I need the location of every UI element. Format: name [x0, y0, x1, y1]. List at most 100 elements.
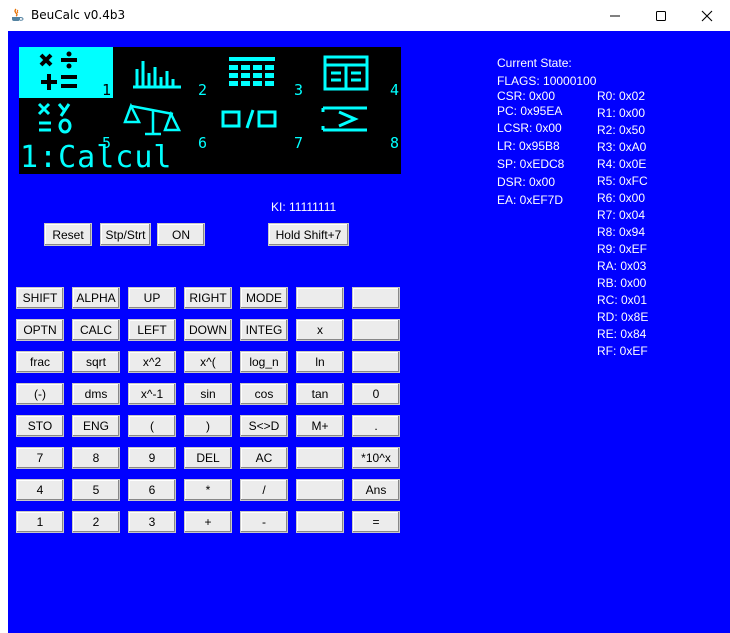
key-button[interactable]: RIGHT: [184, 287, 232, 309]
key-button[interactable]: 0: [352, 383, 400, 405]
key-button[interactable]: 8: [72, 447, 120, 469]
key-button[interactable]: Ans: [352, 479, 400, 501]
key-button[interactable]: /: [240, 479, 288, 501]
close-button[interactable]: [684, 0, 730, 31]
key-button[interactable]: log_n: [240, 351, 288, 373]
register-value: RA: 0x03: [597, 259, 647, 273]
key-button[interactable]: x^-1: [128, 383, 176, 405]
flags-value: FLAGS: 10000100: [497, 74, 597, 88]
key-button[interactable]: cos: [240, 383, 288, 405]
blank-key-button[interactable]: [296, 511, 344, 533]
key-button[interactable]: =: [352, 511, 400, 533]
mode-number: 6: [197, 134, 207, 152]
table-icon: [229, 57, 275, 86]
register-value: R1: 0x00: [597, 106, 646, 120]
key-button[interactable]: DOWN: [184, 319, 232, 341]
key-button[interactable]: SHIFT: [16, 287, 64, 309]
minimize-icon: [610, 15, 620, 16]
register-value: SP: 0xEDC8: [497, 157, 565, 171]
window-title: BeuCalc v0.4b3: [31, 8, 126, 22]
key-button[interactable]: AC: [240, 447, 288, 469]
key-button[interactable]: ENG: [72, 415, 120, 437]
blank-key-button[interactable]: [352, 287, 400, 309]
key-button[interactable]: sin: [184, 383, 232, 405]
blank-key-button[interactable]: [296, 447, 344, 469]
register-value: DSR: 0x00: [497, 175, 556, 189]
key-button[interactable]: UP: [128, 287, 176, 309]
key-button[interactable]: +: [184, 511, 232, 533]
key-button[interactable]: CALC: [72, 319, 120, 341]
minimize-button[interactable]: [592, 0, 638, 31]
blank-key-button[interactable]: [296, 287, 344, 309]
key-button[interactable]: (-): [16, 383, 64, 405]
close-icon: [701, 10, 713, 21]
key-button[interactable]: 3: [128, 511, 176, 533]
app-window: BeuCalc v0.4b3 1 2 3 4 5 6 7 8 1:Calcul …: [0, 0, 730, 633]
key-button[interactable]: 5: [72, 479, 120, 501]
key-button[interactable]: ): [184, 415, 232, 437]
mode-2-statistics: 2: [115, 47, 209, 98]
key-button[interactable]: dms: [72, 383, 120, 405]
key-button[interactable]: *10^x: [352, 447, 400, 469]
key-button[interactable]: 7: [16, 447, 64, 469]
key-button[interactable]: 2: [72, 511, 120, 533]
hold-shift-7-button[interactable]: Hold Shift+7: [268, 223, 349, 246]
blank-key-button[interactable]: [296, 479, 344, 501]
register-value: R0: 0x02: [597, 89, 646, 103]
mode-8-verify: 8: [307, 100, 401, 151]
reset-button[interactable]: Reset: [44, 223, 92, 246]
register-value: RD: 0x8E: [597, 310, 649, 324]
mode-number: 1: [101, 81, 111, 99]
key-button[interactable]: DEL: [184, 447, 232, 469]
key-button[interactable]: MODE: [240, 287, 288, 309]
key-button[interactable]: ln: [296, 351, 344, 373]
key-button[interactable]: x^(: [184, 351, 232, 373]
key-button[interactable]: M+: [296, 415, 344, 437]
key-button[interactable]: 1: [16, 511, 64, 533]
register-value: LCSR: 0x00: [497, 121, 562, 135]
key-button[interactable]: ALPHA: [72, 287, 120, 309]
key-button[interactable]: .: [352, 415, 400, 437]
key-button[interactable]: 9: [128, 447, 176, 469]
register-value: RC: 0x01: [597, 293, 648, 307]
calculator-panel: 1 2 3 4 5 6 7 8 1:Calcul KI: 11111111 Re…: [8, 31, 730, 633]
key-button[interactable]: x: [296, 319, 344, 341]
mode-7-ratio: 7: [211, 100, 305, 151]
register-value: RF: 0xEF: [597, 344, 648, 358]
on-button[interactable]: ON: [157, 223, 205, 246]
mode-number: 3: [293, 81, 303, 99]
lcd-display: 1 2 3 4 5 6 7 8 1:Calcul: [19, 47, 401, 174]
register-value: EA: 0xEF7D: [497, 193, 564, 207]
key-button[interactable]: (: [128, 415, 176, 437]
maximize-button[interactable]: [638, 0, 684, 31]
stop-start-button[interactable]: Stp/Strt: [100, 223, 151, 246]
mode-3-table: 3: [211, 47, 305, 98]
key-button[interactable]: -: [240, 511, 288, 533]
key-button[interactable]: S<>D: [240, 415, 288, 437]
mode-number: 7: [293, 134, 303, 152]
blank-key-button[interactable]: [352, 351, 400, 373]
register-value: R9: 0xEF: [597, 242, 648, 256]
key-button[interactable]: x^2: [128, 351, 176, 373]
key-button[interactable]: tan: [296, 383, 344, 405]
key-button[interactable]: INTEG: [240, 319, 288, 341]
key-button[interactable]: STO: [16, 415, 64, 437]
fraction-icon: [221, 109, 277, 129]
key-button[interactable]: 4: [16, 479, 64, 501]
register-value: PC: 0x95EA: [497, 104, 563, 118]
maximize-icon: [656, 10, 666, 21]
key-button[interactable]: OPTN: [16, 319, 64, 341]
mode-number: 4: [389, 81, 399, 99]
java-app-icon: [9, 7, 25, 23]
key-button[interactable]: 6: [128, 479, 176, 501]
title-bar[interactable]: BeuCalc v0.4b3: [0, 0, 730, 31]
blank-key-button[interactable]: [352, 319, 400, 341]
bar-chart-icon: [133, 61, 181, 89]
key-button[interactable]: frac: [16, 351, 64, 373]
arrow-box-icon: [321, 106, 367, 132]
register-value: LR: 0x95B8: [497, 139, 560, 153]
key-button[interactable]: *: [184, 479, 232, 501]
key-button[interactable]: sqrt: [72, 351, 120, 373]
register-value: R5: 0xFC: [597, 174, 648, 188]
key-button[interactable]: LEFT: [128, 319, 176, 341]
